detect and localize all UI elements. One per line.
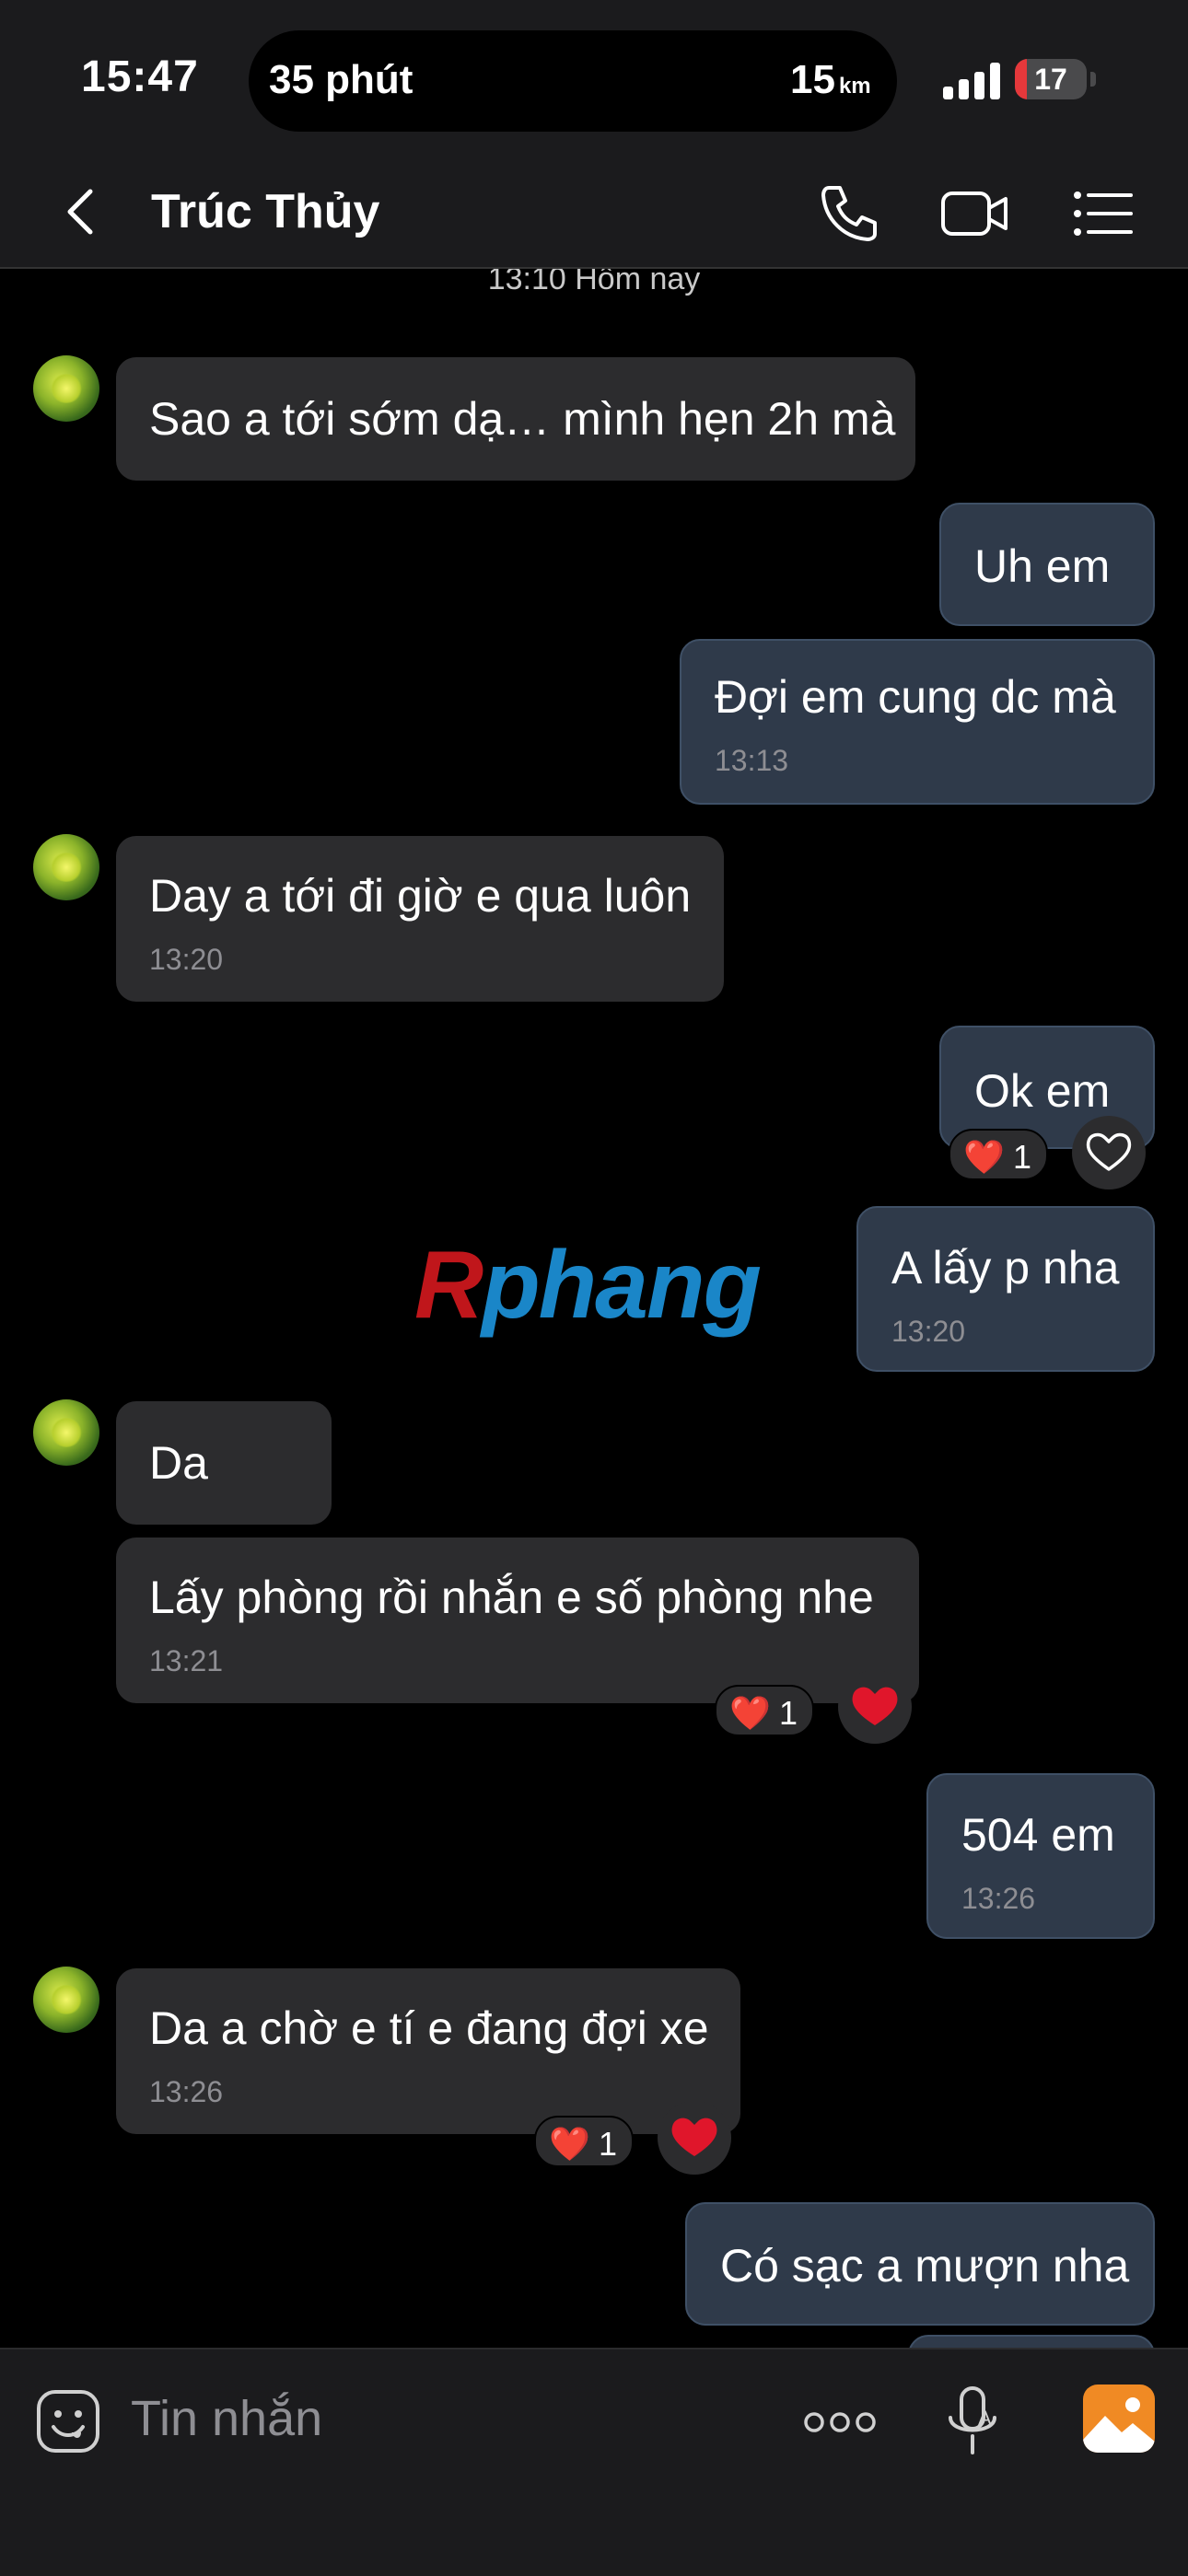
watermark-text: phang — [482, 1232, 762, 1339]
nav-distance-value: 15 — [790, 57, 835, 102]
chat-area[interactable]: 13:10 Hôm nay Sao a tới sớm dạ… mình hẹn… — [0, 269, 1188, 2348]
signal-icon — [943, 63, 1002, 99]
reaction-count: 1 — [779, 1694, 798, 1732]
message-time: 13:20 — [891, 1315, 966, 1348]
status-bar: 15:47 35 phút 15 km 17 — [0, 0, 1188, 157]
back-icon[interactable] — [55, 184, 111, 239]
svg-text:A: A — [978, 2407, 992, 2430]
message-bubble-incoming[interactable]: Da a chờ e tí e đang đợi xe 13:26 — [116, 1968, 740, 2134]
message-text: A lấy p nha — [891, 1242, 1120, 1294]
heart-reaction-icon: ❤️ — [963, 1138, 1005, 1176]
message-input-bar: Tin nhắn A — [0, 2348, 1188, 2576]
message-text: Da — [149, 1437, 208, 1489]
message-bubble-incoming[interactable]: Da — [116, 1401, 332, 1525]
status-time: 15:47 — [81, 52, 199, 101]
react-button[interactable] — [658, 2101, 731, 2175]
battery-icon: 17 — [1015, 59, 1087, 99]
heart-filled-icon — [852, 1687, 898, 1725]
message-bubble-outgoing[interactable]: 504 em 13:26 — [926, 1773, 1155, 1939]
video-call-icon[interactable] — [939, 179, 1009, 249]
message-time: 13:21 — [149, 1644, 224, 1677]
avatar[interactable] — [33, 834, 99, 900]
message-time: 13:26 — [149, 2075, 224, 2108]
photo-gallery-icon[interactable] — [1083, 2385, 1155, 2453]
nav-eta: 35 phút — [269, 57, 413, 102]
day-separator: 13:10 Hôm nay — [487, 269, 701, 296]
message-bubble-incoming[interactable]: Lấy phòng rồi nhắn e số phòng nhe 13:21 — [116, 1537, 919, 1703]
voice-to-text-icon[interactable]: A — [941, 2383, 1006, 2460]
reaction-count: 1 — [599, 2125, 618, 2163]
message-bubble-outgoing[interactable]: Đợi em cung dc mà 13:13 — [680, 639, 1155, 805]
battery-tip — [1090, 72, 1096, 87]
heart-filled-icon — [671, 2118, 717, 2156]
message-time: 13:13 — [715, 744, 789, 777]
reaction-badge[interactable]: ❤️ 1 — [534, 2116, 634, 2167]
message-text: Đợi em cung dc mà — [715, 671, 1116, 723]
message-time: 13:26 — [961, 1882, 1036, 1915]
more-options-icon[interactable] — [803, 2408, 877, 2436]
watermark-letter: R — [414, 1232, 483, 1339]
avatar[interactable] — [33, 1399, 99, 1466]
chat-header: Trúc Thủy — [0, 157, 1188, 269]
message-bubble-outgoing[interactable]: Uh em — [939, 503, 1155, 626]
message-text: Da a chờ e tí e đang đợi xe — [149, 2002, 709, 2054]
message-text: 504 em — [961, 1809, 1115, 1861]
message-input[interactable]: Tin nhắn — [131, 2390, 322, 2447]
message-bubble-outgoing[interactable]: Có sạc a mượn nha — [685, 2202, 1155, 2326]
reaction-badge[interactable]: ❤️ 1 — [949, 1129, 1048, 1180]
phone-icon[interactable] — [814, 179, 884, 249]
avatar[interactable] — [33, 355, 99, 422]
avatar[interactable] — [33, 1967, 99, 2033]
watermark-logo: Rphang — [414, 1231, 762, 1340]
contact-name[interactable]: Trúc Thủy — [151, 184, 379, 239]
message-text: Lấy phòng rồi nhắn e số phòng nhe — [149, 1572, 874, 1623]
message-text: Có sạc a mượn nha — [720, 2240, 1130, 2292]
message-text: Ok em — [974, 1065, 1111, 1117]
message-time: 13:20 — [149, 943, 224, 976]
menu-list-icon[interactable] — [1068, 179, 1138, 249]
react-button[interactable] — [1072, 1116, 1146, 1189]
message-bubble-outgoing[interactable]: A lấy p nha 13:20 — [856, 1206, 1155, 1372]
battery-percent: 17 — [1034, 63, 1067, 96]
nav-distance-unit: km — [838, 74, 871, 99]
reaction-count: 1 — [1013, 1138, 1032, 1176]
message-text: Uh em — [974, 540, 1111, 592]
react-button[interactable] — [838, 1670, 912, 1744]
emoji-icon[interactable] — [33, 2386, 103, 2456]
message-bubble-incoming[interactable]: Sao a tới sớm dạ… mình hẹn 2h mà — [116, 357, 915, 481]
message-bubble-incoming[interactable]: Day a tới đi giờ e qua luôn 13:20 — [116, 836, 724, 1002]
message-text: Day a tới đi giờ e qua luôn — [149, 870, 692, 922]
heart-outline-icon — [1086, 1132, 1132, 1171]
reaction-badge[interactable]: ❤️ 1 — [715, 1685, 814, 1736]
nav-distance: 15 km — [790, 57, 871, 103]
message-bubble-outgoing-partial[interactable] — [908, 2335, 1155, 2348]
message-text: Sao a tới sớm dạ… mình hẹn 2h mà — [149, 393, 896, 445]
heart-reaction-icon: ❤️ — [729, 1694, 771, 1732]
heart-reaction-icon: ❤️ — [549, 2125, 590, 2163]
